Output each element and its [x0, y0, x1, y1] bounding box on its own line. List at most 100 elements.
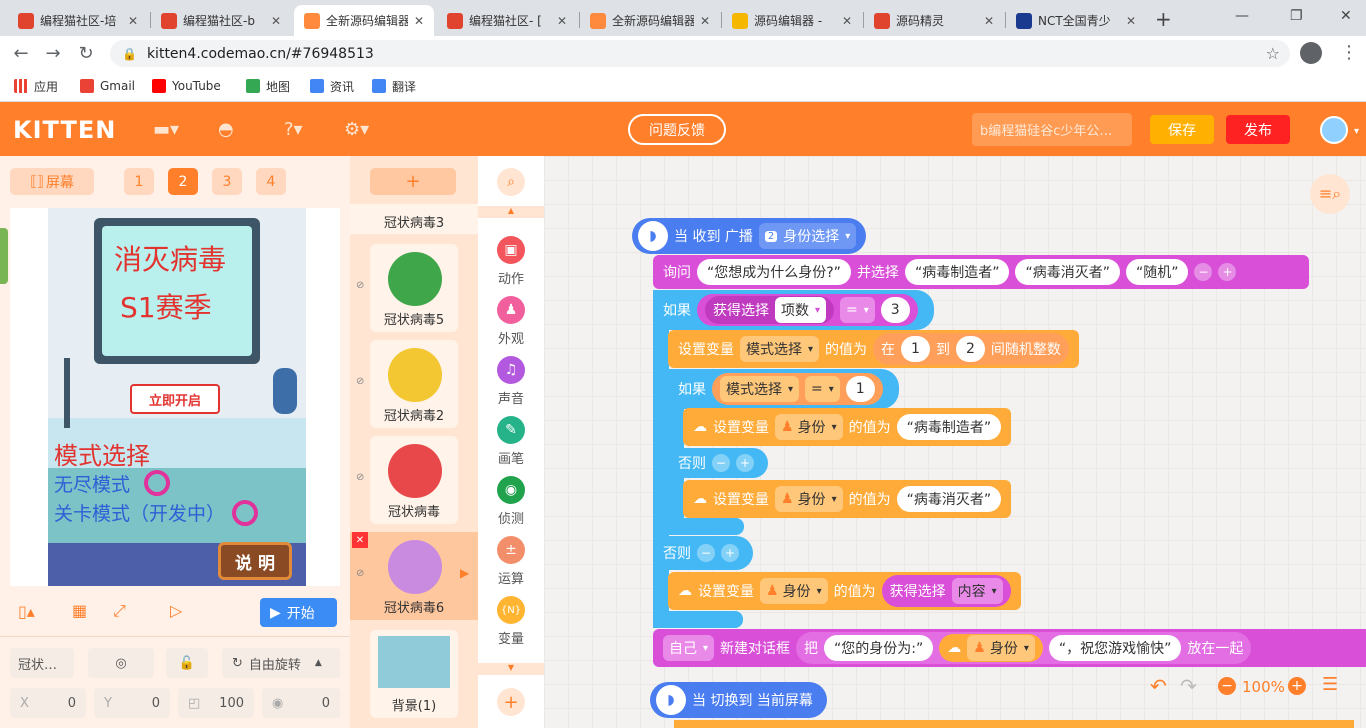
new-tab-button[interactable]: +: [1155, 7, 1172, 31]
add-sprite-button[interactable]: +: [370, 168, 456, 195]
panel-scroll-handle[interactable]: [0, 228, 8, 284]
rotation-mode-select[interactable]: ↻ 自由旋转 ▲: [222, 648, 340, 678]
browser-tab[interactable]: 编程猫社区-培 ✕: [8, 5, 148, 36]
remove-option-icon[interactable]: −: [1194, 263, 1213, 281]
set-variable-block[interactable]: ☁ 设置变量 ♟ 身份 ▾ 的值为 “病毒消灭者”: [683, 480, 1012, 518]
number-input[interactable]: 1: [901, 336, 930, 362]
bookmark-news[interactable]: 资讯: [310, 76, 354, 96]
set-variable-block[interactable]: ☁ 设置变量 ♟ 身份 ▾ 的值为 获得选择 内容 ▾: [668, 572, 1021, 610]
browser-tab[interactable]: NCT全国青少 ✕: [1006, 5, 1146, 36]
variable-select[interactable]: ♟ 身份 ▾: [775, 414, 843, 440]
add-extension-icon[interactable]: +: [497, 688, 525, 716]
back-icon[interactable]: ←: [10, 42, 32, 64]
close-icon[interactable]: ✕: [842, 14, 852, 28]
category-motion[interactable]: ▣ 动作: [478, 236, 544, 294]
scroll-up-icon[interactable]: ▲: [478, 206, 544, 218]
operator-select[interactable]: = ▾: [805, 376, 840, 402]
variable-select[interactable]: 模式选择 ▾: [740, 336, 820, 362]
random-int-block[interactable]: 在 1 到 2 间随机整数: [873, 333, 1069, 365]
redo-icon[interactable]: ↷: [1180, 674, 1197, 698]
bookmark-translate[interactable]: 翻译: [372, 76, 416, 96]
backpack-icon[interactable]: ◓: [218, 118, 250, 140]
broadcast-select[interactable]: 2 身份选择 ▾: [758, 223, 857, 249]
add-else-icon[interactable]: +: [721, 544, 739, 562]
variable-select[interactable]: ♟ 身份 ▾: [760, 578, 828, 604]
sprite-item-selected[interactable]: 冠状病毒6 ✕ ⊘ ▶: [350, 532, 478, 620]
browser-tab[interactable]: 源码精灵 ✕: [864, 5, 1004, 36]
browser-tab[interactable]: 全新源码编辑器 ✕: [580, 5, 720, 36]
join-block[interactable]: 把 “您的身份为:” ☁ ♟ 身份 ▾ “，祝您游戏愉快” 放在一起: [796, 632, 1252, 664]
visibility-icon[interactable]: ◎: [88, 648, 154, 678]
search-icon[interactable]: ⌕: [497, 168, 525, 196]
screen-toggle-button[interactable]: ⟦⟧ 屏幕: [10, 168, 94, 195]
category-operators[interactable]: ± 运算: [478, 536, 544, 594]
choice-field-select[interactable]: 内容 ▾: [951, 578, 1003, 604]
start-sign[interactable]: 立即开启: [130, 384, 220, 414]
remove-else-icon[interactable]: −: [697, 544, 715, 562]
bookmark-gmail[interactable]: Gmail: [80, 76, 135, 96]
target-select[interactable]: 自己 ▾: [663, 635, 715, 661]
string-input[interactable]: “病毒制造者”: [896, 414, 1002, 440]
condition-equals[interactable]: 模式选择 ▾ = ▾ 1: [712, 373, 883, 405]
add-option-icon[interactable]: +: [1218, 263, 1237, 281]
star-icon[interactable]: ☆: [1266, 44, 1280, 63]
profile-icon[interactable]: [1300, 42, 1322, 64]
close-icon[interactable]: ✕: [414, 14, 424, 28]
delete-icon[interactable]: ✕: [352, 532, 368, 548]
ask-and-choose-block[interactable]: 询问 “您想成为什么身份?” 并选择 “病毒制造者” “病毒消灭者” “随机” …: [653, 255, 1309, 289]
category-variables[interactable]: {N} 变量: [478, 596, 544, 654]
url-input[interactable]: 🔒 kitten4.codemao.cn/#76948513 ☆: [110, 40, 1290, 67]
chevron-right-icon[interactable]: ▶: [460, 566, 469, 580]
mode-levels-radio[interactable]: [232, 500, 258, 526]
browser-tab[interactable]: 编程猫社区- [✕: [437, 5, 577, 36]
category-pen[interactable]: ✎ 画笔: [478, 416, 544, 474]
variable-select[interactable]: 模式选择 ▾: [720, 376, 800, 402]
if-block[interactable]: 如果 获得选择 项数 ▾ = ▾ 3: [653, 290, 934, 330]
sprite-item[interactable]: 冠状病毒3: [350, 204, 478, 234]
chevron-down-icon[interactable]: ▾: [1354, 126, 1359, 137]
string-input[interactable]: “，祝您游戏愉快”: [1048, 635, 1182, 661]
block-search-icon[interactable]: ≡⌕: [1310, 174, 1350, 214]
start-button[interactable]: ▶ 开始: [260, 598, 337, 627]
condition-equals[interactable]: 获得选择 项数 ▾ = ▾ 3: [697, 294, 918, 326]
sprite-item[interactable]: 冠状病毒2: [370, 340, 458, 428]
bookmark-apps[interactable]: 应用: [14, 76, 58, 96]
choice-field-select[interactable]: 项数 ▾: [775, 297, 827, 323]
close-icon[interactable]: ✕: [1126, 14, 1136, 28]
scroll-down-icon[interactable]: ▼: [478, 663, 544, 675]
when-receive-broadcast-block[interactable]: ◗ 当 收到 广播 2 身份选择 ▾: [632, 218, 867, 254]
feedback-button[interactable]: 问题反馈: [628, 114, 726, 145]
screen-tab-2[interactable]: 2: [168, 168, 198, 195]
remove-else-icon[interactable]: −: [712, 454, 730, 472]
direction-field[interactable]: ◉ 0: [262, 688, 340, 718]
get-choice-block[interactable]: 获得选择 内容 ▾: [881, 575, 1011, 607]
close-icon[interactable]: ✕: [128, 14, 138, 28]
option-input[interactable]: “病毒消灭者”: [1015, 259, 1120, 285]
menu-icon[interactable]: ⋮: [1340, 42, 1358, 63]
save-button[interactable]: 保存: [1150, 115, 1214, 144]
category-sensing[interactable]: ◉ 侦测: [478, 476, 544, 534]
set-variable-block[interactable]: 设置变量 模式选择 ▾ 的值为 在 1 到 2 间随机整数: [668, 330, 1079, 368]
y-field[interactable]: Y0: [94, 688, 170, 718]
variable-reporter[interactable]: ☁ ♟ 身份 ▾: [939, 634, 1043, 662]
folder-icon[interactable]: ▬▾: [153, 118, 185, 140]
string-input[interactable]: “您的身份为:”: [824, 635, 934, 661]
restore-button[interactable]: ❐: [1290, 8, 1303, 24]
screen-tab-1[interactable]: 1: [124, 168, 154, 195]
x-field[interactable]: X0: [10, 688, 86, 718]
stage-canvas[interactable]: 消灭病毒 S1赛季 立即开启 模式选择 无尽模式 关卡模式（开发中） 说 明: [48, 208, 306, 586]
mode-endless[interactable]: 无尽模式: [54, 470, 130, 497]
lock-icon[interactable]: 🔓: [166, 648, 208, 678]
option-input[interactable]: “病毒制造者”: [904, 259, 1010, 285]
close-icon[interactable]: ✕: [557, 14, 567, 28]
code-workspace[interactable]: ≡⌕ ◗ 当 收到 广播 2 身份选择 ▾ 询问 “您想成为什么身份?” 并选择 “…: [544, 156, 1366, 728]
fullscreen-icon[interactable]: ⤢: [113, 601, 126, 621]
forward-icon[interactable]: →: [42, 42, 64, 64]
arrange-blocks-icon[interactable]: ☰: [1322, 674, 1338, 695]
eye-off-icon[interactable]: ⊘: [356, 472, 364, 483]
browser-tab[interactable]: 源码编辑器 - ✕: [722, 5, 862, 36]
bookmark-maps[interactable]: 地图: [246, 76, 290, 96]
zoom-in-button[interactable]: +: [1288, 677, 1306, 695]
avatar[interactable]: [1320, 116, 1348, 144]
close-icon[interactable]: ✕: [984, 14, 994, 28]
